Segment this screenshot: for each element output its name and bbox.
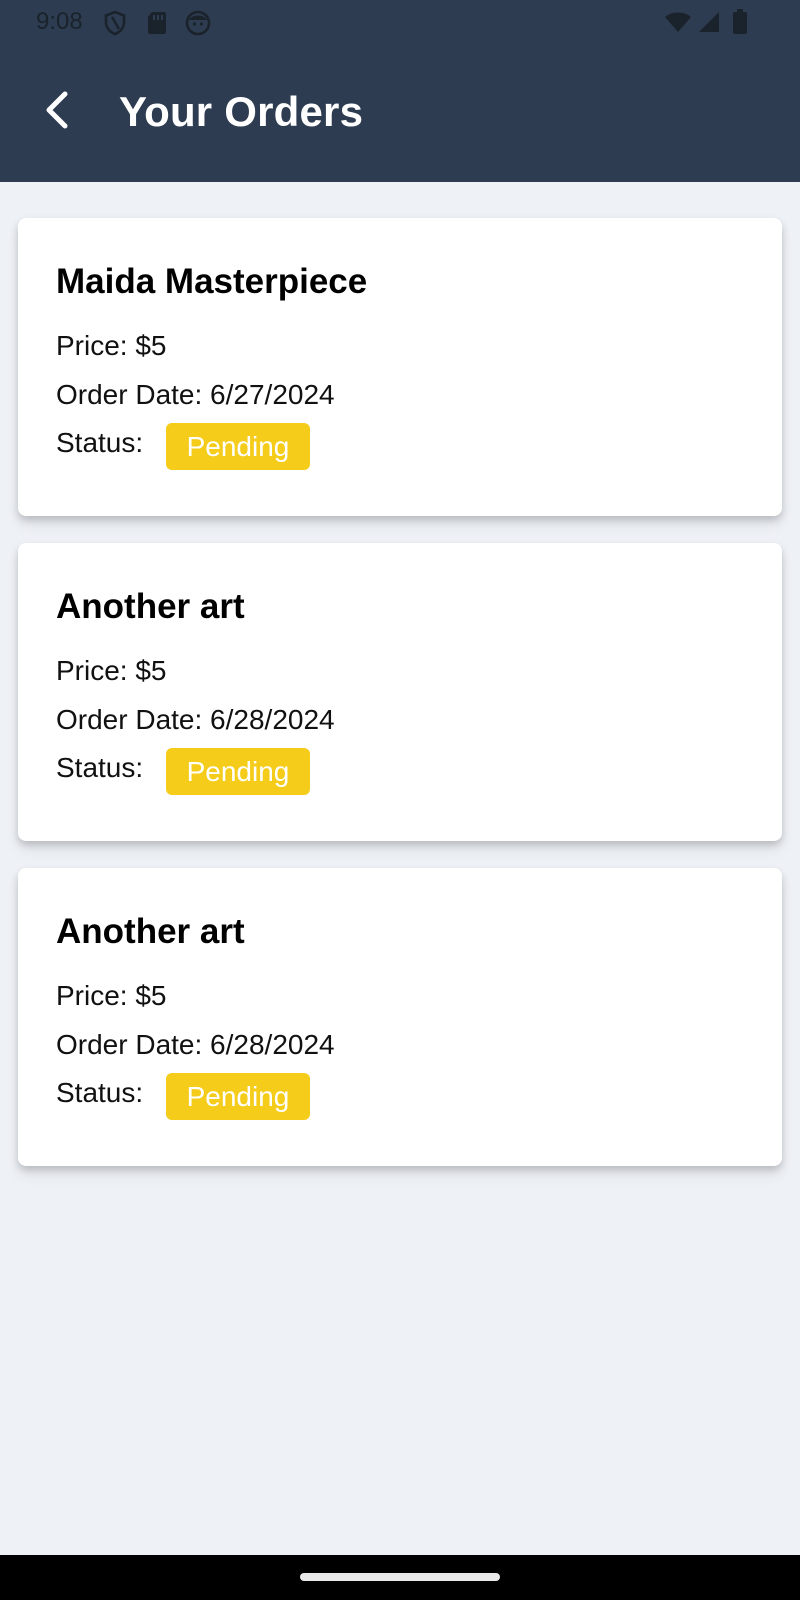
sim-card-icon xyxy=(146,10,168,41)
order-card[interactable]: Maida Masterpiece Price: $5 Order Date: … xyxy=(18,218,782,516)
wifi-icon xyxy=(664,11,692,38)
face-icon xyxy=(185,10,211,41)
order-title: Another art xyxy=(56,912,245,951)
order-date: Order Date: 6/28/2024 xyxy=(56,704,335,735)
order-date: Order Date: 6/28/2024 xyxy=(56,1029,335,1060)
system-navigation-bar xyxy=(0,1555,800,1600)
status-label: Status: xyxy=(56,427,144,458)
page-title: Your Orders xyxy=(119,88,364,135)
status-label: Status: xyxy=(56,1077,144,1108)
order-price: Price: $5 xyxy=(56,330,167,361)
order-card[interactable]: Another art Price: $5 Order Date: 6/28/2… xyxy=(18,543,782,841)
order-title: Maida Masterpiece xyxy=(56,262,368,301)
home-gesture-handle[interactable] xyxy=(300,1573,500,1581)
shield-icon xyxy=(103,10,127,41)
status-badge: Pending xyxy=(166,748,310,795)
order-title: Another art xyxy=(56,587,245,626)
status-time: 9:08 xyxy=(36,8,83,35)
order-price: Price: $5 xyxy=(56,655,167,686)
orders-list: Maida Masterpiece Price: $5 Order Date: … xyxy=(18,218,782,1193)
status-badge: Pending xyxy=(166,423,310,470)
signal-icon xyxy=(697,11,721,38)
status-label: Status: xyxy=(56,752,144,783)
back-button[interactable] xyxy=(30,86,82,138)
status-bar: 9:08 xyxy=(0,0,800,46)
back-arrow-icon xyxy=(41,90,71,135)
order-date: Order Date: 6/27/2024 xyxy=(56,379,335,410)
status-badge: Pending xyxy=(166,1073,310,1120)
order-price: Price: $5 xyxy=(56,980,167,1011)
order-card[interactable]: Another art Price: $5 Order Date: 6/28/2… xyxy=(18,868,782,1166)
battery-icon xyxy=(732,9,748,40)
